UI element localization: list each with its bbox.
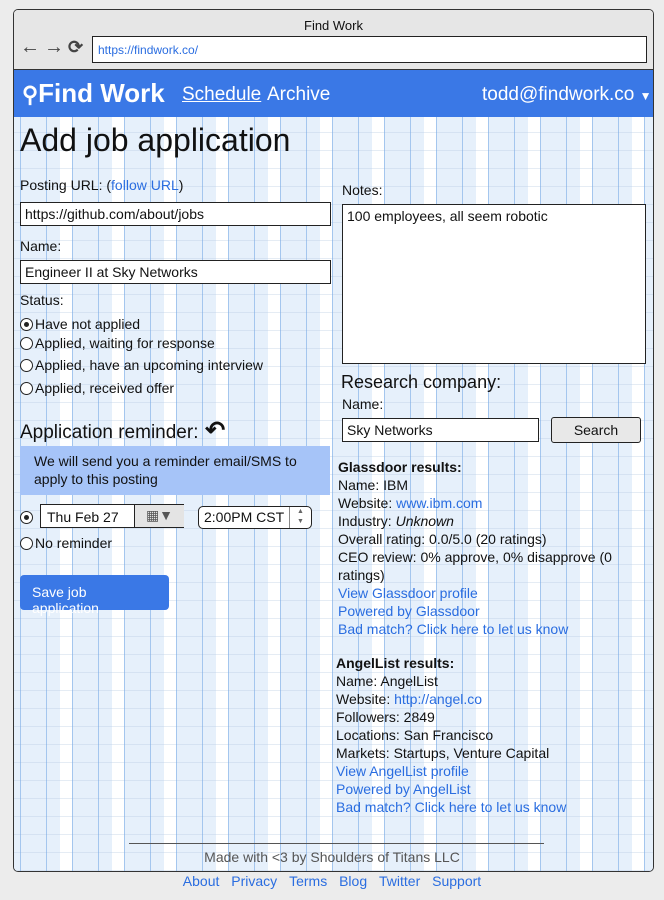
footer-privacy-link[interactable]: Privacy [231,873,277,889]
glassdoor-bad-match-link[interactable]: Bad match? Click here to let us know [338,620,628,638]
brand-name: Find Work [38,78,165,108]
angellist-markets: Markets: Startups, Venture Capital [336,745,550,761]
user-email: todd@findwork.co [482,84,635,105]
reload-icon[interactable]: ⟳ [68,37,83,58]
angellist-locations: Locations: San Francisco [336,727,494,743]
footer-about-link[interactable]: About [183,873,220,889]
footer-twitter-link[interactable]: Twitter [379,873,420,889]
reminder-radio[interactable] [20,511,33,524]
radio-button[interactable] [20,337,33,350]
research-heading: Research company: [341,372,502,392]
radio-button[interactable] [20,382,33,395]
no-reminder-option[interactable]: No reminder [20,535,112,551]
status-label: Status: [20,292,64,308]
save-job-application-button[interactable]: Save job application [20,575,169,616]
angellist-heading: AngelList results: [336,655,455,671]
status-option[interactable]: Applied, waiting for response [20,335,215,351]
view-angellist-profile-link[interactable]: View AngelList profile [336,762,566,780]
angellist-followers: Followers: 2849 [336,709,435,725]
back-icon[interactable]: ← [20,36,40,59]
brand-logo[interactable]: ⚲Find Work [22,78,165,109]
notes-textarea[interactable]: 100 employees, all seem robotic [342,204,646,364]
glassdoor-website-link[interactable]: www.ibm.com [396,495,482,511]
follow-url-link[interactable]: follow URL [111,177,179,193]
caret-down-icon: ▼ [639,89,652,103]
company-name-label: Name: [342,396,384,412]
notes-label: Notes: [342,182,383,198]
reminder-date-picker[interactable]: Thu Feb 27 ▦▼ [40,504,184,528]
date-value: Thu Feb 27 [47,509,119,525]
status-option[interactable]: Applied, received offer [20,380,174,396]
reminder-heading: Application reminder: ↶ [20,417,226,444]
page-title: Add job application [20,122,291,158]
time-stepper-icon[interactable]: ▲ ▼ [289,507,311,528]
window-title: Find Work [304,18,363,33]
name-label: Name: [20,238,62,254]
name-input[interactable]: Engineer II at Sky Networks [20,260,331,284]
powered-by-angellist-link[interactable]: Powered by AngelList [336,780,566,798]
footer-credit: Made with <3 by Shoulders of Titans LLC [204,849,460,865]
footer-blog-link[interactable]: Blog [339,873,367,889]
posting-url-input[interactable]: https://github.com/about/jobs [20,202,331,226]
angellist-bad-match-link[interactable]: Bad match? Click here to let us know [336,798,566,816]
footer-terms-link[interactable]: Terms [289,873,327,889]
glassdoor-website: Website: www.ibm.com [338,495,483,511]
radio-button[interactable] [20,318,33,331]
status-option[interactable]: Applied, have an upcoming interview [20,357,263,373]
top-nav: ⚲Find Work Schedule Archive todd@findwor… [14,70,653,117]
address-bar[interactable]: https://findwork.co/ [92,36,647,63]
glassdoor-results: Glassdoor results: Name: IBM Website: ww… [338,458,628,638]
nav-archive[interactable]: Archive [267,84,330,106]
nav-schedule[interactable]: Schedule [182,84,261,106]
powered-by-glassdoor-link[interactable]: Powered by Glassdoor [338,602,628,620]
glassdoor-rating: Overall rating: 0.0/5.0 (20 ratings) [338,531,547,547]
footer-links: About Privacy Terms Blog Twitter Support [0,873,664,889]
angellist-results: AngelList results: Name: AngelList Websi… [336,654,566,816]
forward-icon[interactable]: → [44,36,64,59]
company-name-input[interactable]: Sky Networks [342,418,539,442]
status-option[interactable]: Have not applied [20,316,140,332]
glassdoor-industry: Industry: Unknown [338,513,454,529]
radio-button[interactable] [20,537,33,550]
reminder-time-input[interactable]: 2:00PM CST ▲ ▼ [198,506,312,529]
search-button[interactable]: Search [551,417,641,443]
footer-support-link[interactable]: Support [432,873,481,889]
posting-url-label: Posting URL: (follow URL) [20,177,184,193]
radio-button[interactable] [20,359,33,372]
footer-divider [129,843,544,844]
angellist-name: Name: AngelList [336,673,438,689]
angellist-website-link[interactable]: http://angel.co [394,691,482,707]
reminder-notice: We will send you a reminder email/SMS to… [20,446,330,495]
browser-titlebar: Find Work ← → ⟳ https://findwork.co/ [14,10,653,70]
glassdoor-heading: Glassdoor results: [338,459,462,475]
glassdoor-name: Name: IBM [338,477,409,493]
undo-arrow-icon[interactable]: ↶ [198,417,225,444]
angellist-website: Website: http://angel.co [336,691,483,707]
user-menu[interactable]: todd@findwork.co ▼ [482,84,652,106]
view-glassdoor-profile-link[interactable]: View Glassdoor profile [338,584,628,602]
calendar-dropdown-icon[interactable]: ▦▼ [134,505,184,527]
magnifier-icon: ⚲ [22,82,39,107]
glassdoor-ceo-review: CEO review: 0% approve, 0% disapprove (0… [338,549,612,583]
